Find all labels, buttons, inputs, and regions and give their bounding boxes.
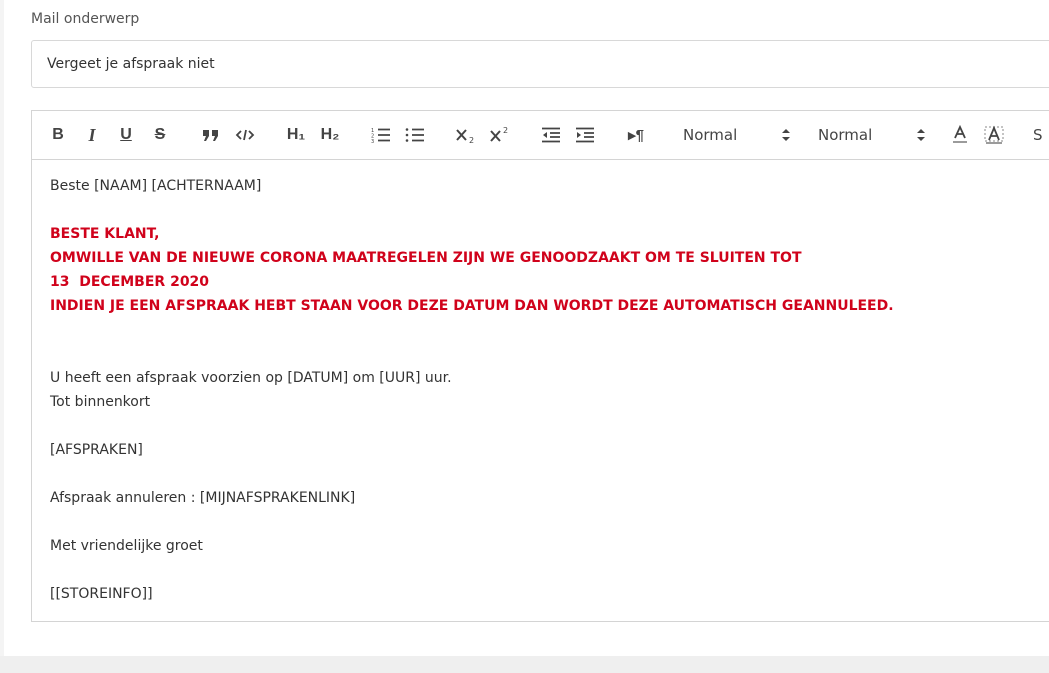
cancel-line: Afspraak annuleren : [MIJNAFSPRAKENLINK] <box>50 490 356 506</box>
notice-line: BESTE KLANT, <box>50 226 160 242</box>
text-color-button[interactable] <box>948 123 972 147</box>
text-direction-button[interactable]: ▸¶ <box>624 123 648 147</box>
indent-icon <box>576 127 594 143</box>
left-gutter <box>0 0 4 656</box>
svg-text:2: 2 <box>503 126 508 135</box>
overflow-picker[interactable]: S <box>1033 123 1043 147</box>
bold-button[interactable]: B <box>46 123 70 147</box>
subject-input[interactable]: Vergeet je afspraak niet <box>31 40 1049 88</box>
svg-text:3: 3 <box>371 139 374 143</box>
italic-icon: I <box>88 124 96 145</box>
header-picker-label: Normal <box>818 126 873 144</box>
h2-icon: H₂ <box>320 126 340 143</box>
underline-button[interactable]: U <box>114 123 138 147</box>
code-block-button[interactable] <box>233 123 257 147</box>
italic-button[interactable]: I <box>80 123 104 147</box>
notice-line: INDIEN JE EEN AFSPRAAK HEBT STAAN VOOR D… <box>50 298 894 314</box>
strike-icon: S <box>154 126 166 143</box>
superscript-icon: 2 <box>490 126 508 142</box>
subject-label: Mail onderwerp <box>31 11 140 27</box>
bullet-list-icon <box>405 128 424 142</box>
notice-line: 13 DECEMBER 2020 <box>50 274 210 290</box>
svg-text:2: 2 <box>469 136 474 144</box>
greeting-line: Beste [NAAM] [ACHTERNAAM] <box>50 178 262 194</box>
mail-settings-panel: Mail onderwerp Vergeet je afspraak niet … <box>0 0 1049 656</box>
ordered-list-button[interactable]: 1 2 3 <box>369 123 393 147</box>
background-color-button[interactable] <box>982 123 1006 147</box>
rich-text-editor: B I U S H₁ H₂ 1 2 3 2 2 ▸¶ Normal Normal… <box>31 110 1049 622</box>
h1-icon: H₁ <box>286 126 306 143</box>
text-color-icon <box>953 125 967 143</box>
chevron-up-down-icon <box>917 129 925 141</box>
quote-icon <box>203 130 218 141</box>
subscript-icon: 2 <box>456 129 474 144</box>
paragraph-mark-icon: ▸¶ <box>628 127 644 144</box>
chevron-up-down-icon <box>782 129 790 141</box>
header2-button[interactable]: H₂ <box>318 123 342 147</box>
editor-toolbar: B I U S H₁ H₂ 1 2 3 2 2 ▸¶ Normal Normal… <box>32 111 1049 160</box>
appointments-tag: [AFSPRAKEN] <box>50 442 143 458</box>
indent-button[interactable] <box>573 123 597 147</box>
outdent-button[interactable] <box>539 123 563 147</box>
code-icon <box>235 129 255 141</box>
subscript-button[interactable]: 2 <box>454 123 478 147</box>
blockquote-button[interactable] <box>199 123 223 147</box>
size-picker-label: Normal <box>683 126 738 144</box>
page-footer-strip <box>0 656 1049 673</box>
appointment-line: U heeft een afspraak voorzien op [DATUM]… <box>50 370 452 386</box>
closing-line: Met vriendelijke groet <box>50 538 203 554</box>
overflow-picker-label: S <box>1033 126 1043 144</box>
superscript-button[interactable]: 2 <box>488 123 512 147</box>
background-color-icon <box>984 125 1004 144</box>
bold-icon: B <box>52 126 64 143</box>
ordered-list-icon: 1 2 3 <box>371 128 390 143</box>
strike-button[interactable]: S <box>148 123 172 147</box>
header-picker[interactable]: Normal <box>818 124 926 146</box>
notice-line: OMWILLE VAN DE NIEUWE CORONA MAATREGELEN… <box>50 250 802 266</box>
bullet-list-button[interactable] <box>403 123 427 147</box>
store-info-tag: [[STOREINFO]] <box>50 586 153 602</box>
underline-icon: U <box>120 126 132 143</box>
see-you-line: Tot binnenkort <box>50 394 151 410</box>
size-picker[interactable]: Normal <box>683 124 791 146</box>
header1-button[interactable]: H₁ <box>284 123 308 147</box>
editor-content[interactable]: Beste [NAAM] [ACHTERNAAM] BESTE KLANT, O… <box>50 174 1049 606</box>
outdent-icon <box>542 127 560 143</box>
